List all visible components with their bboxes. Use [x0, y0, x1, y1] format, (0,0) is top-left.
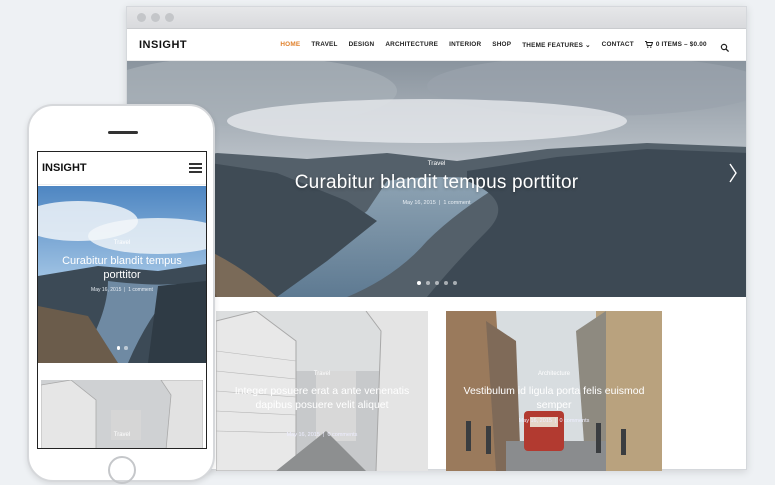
post-card-category[interactable]: Architecture: [456, 371, 652, 377]
nav-item-architecture[interactable]: ARCHITECTURE: [385, 41, 438, 48]
mobile-post-card-category[interactable]: Travel: [47, 432, 197, 438]
window-close-dot[interactable]: [137, 13, 146, 22]
slider-bullet[interactable]: [452, 281, 457, 285]
nav-item-design[interactable]: DESIGN: [349, 41, 375, 48]
site-header: INSIGHT HOME TRAVEL DESIGN ARCHITECTURE …: [127, 29, 746, 61]
hero-category[interactable]: Travel: [127, 160, 746, 167]
hero-comments[interactable]: 1 comment: [443, 200, 470, 206]
mobile-hero-slider[interactable]: Travel Curabitur blandit tempus porttito…: [38, 186, 206, 363]
mobile-slider-pagination: [38, 346, 206, 350]
mobile-header: INSIGHT: [38, 152, 206, 185]
mobile-hero-title[interactable]: Curabitur blandit tempus porttitor: [44, 254, 200, 282]
post-card-date: May 16, 2015: [286, 432, 320, 438]
mobile-phone-frame: INSIGHT Travel Curabitur blandit tempus: [27, 104, 215, 484]
phone-home-button[interactable]: [108, 456, 136, 484]
mobile-post-card[interactable]: Travel: [41, 380, 203, 448]
mobile-post-card-image: [41, 380, 203, 448]
cart-icon: [644, 41, 653, 48]
mobile-screen: INSIGHT Travel Curabitur blandit tempus: [37, 151, 207, 449]
nav-item-theme-features[interactable]: THEME FEATURES ⌄: [522, 41, 590, 49]
hero-title[interactable]: Curabitur blandit tempus porttitor: [127, 172, 746, 194]
slider-bullet[interactable]: [434, 281, 439, 285]
post-card-title[interactable]: Vestibulum id ligula porta felis euismod…: [456, 384, 652, 412]
mobile-hero-meta: May 16, 2015 | 1 comment: [91, 287, 153, 293]
cart-label: 0 ITEMS – $0.00: [655, 41, 707, 48]
post-card-category[interactable]: Travel: [226, 371, 418, 377]
slider-bullet[interactable]: [116, 346, 120, 350]
mobile-hero-comments[interactable]: 1 comment: [128, 287, 153, 293]
main-nav: HOME TRAVEL DESIGN ARCHITECTURE INTERIOR…: [200, 41, 707, 49]
cart-link[interactable]: 0 ITEMS – $0.00: [644, 41, 707, 48]
post-card-date: May 16, 2015: [518, 418, 552, 424]
nav-item-travel[interactable]: TRAVEL: [311, 41, 337, 48]
post-card-meta: May 16, 2015 | 0 comments: [286, 432, 358, 438]
menu-icon[interactable]: [189, 163, 202, 173]
post-card-comments[interactable]: 0 comments: [327, 432, 357, 438]
window-maximize-dot[interactable]: [165, 13, 174, 22]
site-logo[interactable]: INSIGHT: [139, 39, 187, 51]
slider-bullet[interactable]: [425, 281, 430, 285]
window-minimize-dot[interactable]: [151, 13, 160, 22]
nav-item-interior[interactable]: INTERIOR: [449, 41, 481, 48]
browser-titlebar: [127, 7, 746, 29]
hero-slider[interactable]: Travel Curabitur blandit tempus porttito…: [127, 61, 746, 297]
post-card[interactable]: Travel Integer posuere erat a ante venen…: [216, 311, 428, 471]
arrow-right-icon[interactable]: [728, 162, 738, 184]
post-card-comments[interactable]: 0 comments: [559, 418, 589, 424]
search-icon: [720, 43, 730, 52]
slider-pagination: [127, 281, 746, 285]
post-card-title[interactable]: Integer posuere erat a ante venenatis da…: [226, 384, 418, 412]
post-card-meta: May 16, 2015 | 0 comments: [518, 418, 590, 424]
slider-bullet[interactable]: [416, 281, 421, 285]
nav-item-home[interactable]: HOME: [280, 41, 300, 48]
post-card[interactable]: Architecture Vestibulum id ligula porta …: [446, 311, 662, 471]
search-button[interactable]: [720, 40, 730, 52]
hero-date: May 16, 2015: [402, 200, 436, 206]
slider-bullet[interactable]: [443, 281, 448, 285]
nav-item-shop[interactable]: SHOP: [492, 41, 511, 48]
nav-item-contact[interactable]: CONTACT: [602, 41, 634, 48]
mobile-hero-date: May 16, 2015: [91, 287, 122, 293]
mobile-logo[interactable]: INSIGHT: [42, 162, 87, 174]
slider-bullet[interactable]: [124, 346, 128, 350]
phone-speaker: [108, 131, 138, 134]
hero-meta: May 16, 2015 | 1 comment: [402, 200, 471, 206]
mobile-hero-category[interactable]: Travel: [44, 240, 200, 246]
